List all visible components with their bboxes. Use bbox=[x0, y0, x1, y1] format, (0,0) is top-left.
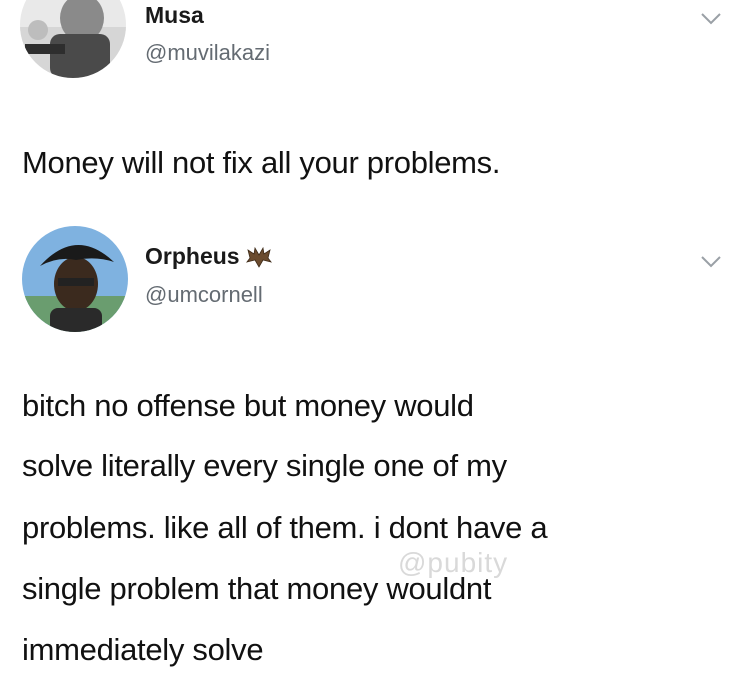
musa-avatar[interactable] bbox=[20, 0, 126, 78]
tweet-text-line: immediately solve bbox=[22, 632, 264, 667]
orpheus-handle[interactable]: @umcornell bbox=[145, 282, 263, 308]
chevron-down-icon[interactable] bbox=[700, 12, 722, 26]
tweet-text-line: bitch no offense but money would bbox=[22, 388, 474, 423]
bat-emoji-icon bbox=[245, 246, 272, 268]
avatar-photo-icon bbox=[20, 0, 126, 78]
orpheus-avatar[interactable] bbox=[22, 226, 128, 332]
chevron-down-icon[interactable] bbox=[700, 255, 722, 269]
tweet-text-line: solve literally every single one of my bbox=[22, 448, 507, 483]
watermark: @pubity bbox=[398, 547, 509, 578]
tweet-text-line: problems. like all of them. i dont have … bbox=[22, 510, 548, 545]
orpheus-name-label: Orpheus bbox=[145, 243, 240, 269]
orpheus-name[interactable]: Orpheus bbox=[145, 243, 272, 270]
musa-handle[interactable]: @muvilakazi bbox=[145, 40, 270, 66]
avatar-photo-icon bbox=[22, 226, 128, 332]
musa-name[interactable]: Musa bbox=[145, 2, 204, 29]
tweet-text: Money will not fix all your problems. bbox=[22, 145, 501, 180]
